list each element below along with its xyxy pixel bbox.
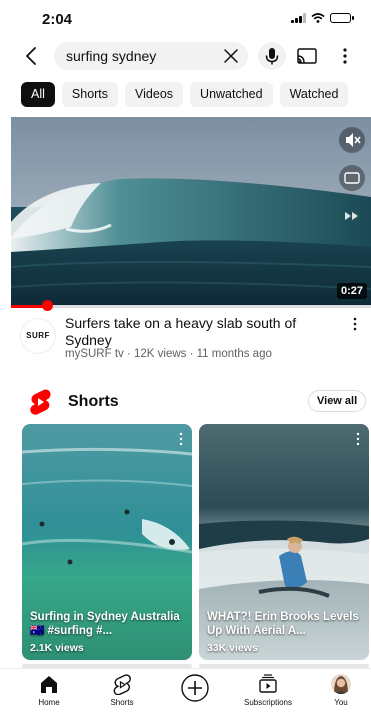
nav-subscriptions[interactable]: Subscriptions xyxy=(238,673,298,707)
captions-icon[interactable] xyxy=(339,165,365,191)
short-title: Surfing in Sydney Australia 🇦🇺 #surfing … xyxy=(30,611,180,637)
short-views: 2.1K views xyxy=(30,642,84,654)
shorts-heading: Shorts xyxy=(68,393,119,410)
home-icon xyxy=(41,676,57,693)
nav-shorts[interactable]: Shorts xyxy=(92,673,152,707)
search-query: surfing sydney xyxy=(66,48,157,64)
short-more-icon[interactable] xyxy=(355,432,361,446)
cast-icon[interactable] xyxy=(295,45,319,67)
chip-unwatched[interactable]: Unwatched xyxy=(190,82,273,107)
more-vertical-icon[interactable] xyxy=(333,45,357,67)
video-details[interactable]: SURF Surfers take on a heavy slab south … xyxy=(0,314,371,364)
status-time: 2:04 xyxy=(42,11,73,28)
video-progress-handle[interactable] xyxy=(41,300,53,311)
back-arrow-icon[interactable] xyxy=(20,44,44,68)
shorts-icon xyxy=(113,674,131,695)
nav-you[interactable]: You xyxy=(311,673,371,707)
filter-chips: All Shorts Videos Unwatched Watched xyxy=(21,82,349,107)
short-views: 33K views xyxy=(207,642,258,654)
chip-shorts[interactable]: Shorts xyxy=(61,82,119,107)
search-row: surfing sydney xyxy=(0,40,371,72)
chip-videos[interactable]: Videos xyxy=(125,82,184,107)
bottom-navigation: Home Shorts Subscriptions You xyxy=(0,668,371,722)
chip-watched[interactable]: Watched xyxy=(279,82,349,107)
short-title: WHAT?! Erin Brooks Levels Up With Aerial… xyxy=(207,611,359,637)
chip-all[interactable]: All xyxy=(21,82,55,107)
nav-home[interactable]: Home xyxy=(19,673,79,707)
nav-shorts-label: Shorts xyxy=(110,698,134,707)
video-thumbnail[interactable]: 0:27 xyxy=(11,117,371,306)
channel-avatar-logo: SURF xyxy=(26,331,50,340)
short-card[interactable]: Surfing in Sydney Australia 🇦🇺 #surfing … xyxy=(22,424,192,660)
nav-you-label: You xyxy=(334,698,348,707)
avatar xyxy=(331,674,351,694)
search-input[interactable]: surfing sydney xyxy=(54,42,248,70)
signal-icon xyxy=(291,13,306,23)
clear-icon[interactable] xyxy=(222,47,240,65)
shorts-logo-icon xyxy=(30,389,51,415)
nav-subscriptions-label: Subscriptions xyxy=(243,698,293,707)
status-icons xyxy=(291,13,354,23)
channel-avatar[interactable]: SURF xyxy=(20,318,56,354)
microphone-icon[interactable] xyxy=(258,42,286,70)
nav-home-label: Home xyxy=(38,698,60,707)
subscriptions-icon xyxy=(259,674,277,693)
video-more-icon[interactable] xyxy=(349,316,361,332)
create-icon[interactable] xyxy=(180,673,210,703)
video-title[interactable]: Surfers take on a heavy slab south of Sy… xyxy=(65,315,335,349)
video-metadata: mySURF tv · 12K views · 11 months ago xyxy=(65,348,272,360)
video-progress-track[interactable] xyxy=(11,305,371,308)
video-duration: 0:27 xyxy=(336,283,367,299)
battery-icon xyxy=(330,13,354,23)
wifi-icon xyxy=(311,13,325,23)
shorts-shelf-header: Shorts View all xyxy=(0,386,371,416)
wave-thumbnail-image xyxy=(11,117,371,306)
view-all-button[interactable]: View all xyxy=(308,390,367,412)
fast-forward-icon[interactable] xyxy=(339,203,365,229)
status-bar: 2:04 xyxy=(0,0,371,40)
mute-icon[interactable] xyxy=(339,127,365,153)
short-more-icon[interactable] xyxy=(178,432,184,446)
short-card[interactable]: WHAT?! Erin Brooks Levels Up With Aerial… xyxy=(199,424,369,660)
